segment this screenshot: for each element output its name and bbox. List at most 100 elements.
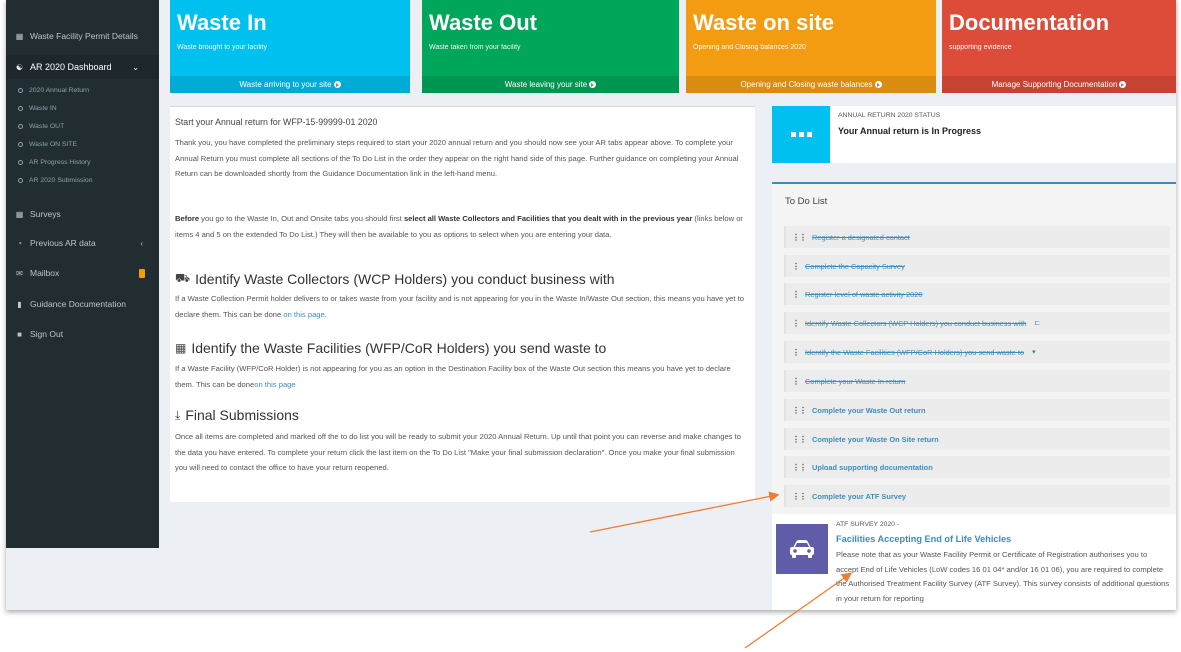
caret-down-icon[interactable]: ▾ [1032, 348, 1036, 356]
before-bold-2: select all Waste Collectors and Faciliti… [403, 214, 693, 223]
todo-item[interactable]: ⋮ Register level of waste activity 2020 [784, 283, 1170, 305]
tile-waste-in: Waste In Waste brought to your facility … [170, 0, 410, 93]
sidebar-item-permit-details[interactable]: ▦ Waste Facility Permit Details [6, 27, 159, 45]
todo-item-label: Identify the Waste Facilities (WFP/CoR H… [805, 347, 1025, 357]
todo-item[interactable]: ⋮⋮ Upload supporting documentation [784, 456, 1170, 478]
external-link-icon[interactable]: ⊏ [1034, 319, 1040, 327]
atf-label: ATF SURVEY 2020 - [836, 521, 900, 528]
sidebar-subitem-label: AR Progress History [29, 158, 91, 166]
status-box: ANNUAL RETURN 2020 STATUS Your Annual re… [772, 106, 1176, 163]
table-icon: ▦ [15, 31, 24, 41]
sidebar-subitem-label: AR 2020 Submission [29, 176, 93, 184]
tile-title: Documentation [949, 10, 1110, 35]
sidebar-subitem-label: Waste IN [29, 104, 57, 112]
facilities-text: If a Waste Facility (WFP/CoR Holder) is … [175, 361, 747, 392]
tile-footer-link[interactable]: Opening and Closing waste balances [686, 76, 936, 93]
todo-item[interactable]: ⋮⋮ Complete your Waste Out return [784, 399, 1170, 421]
mailbox-badge [139, 268, 145, 278]
todo-item-label: Complete your ATF Survey [812, 491, 907, 501]
sidebar-item-mailbox[interactable]: ✉ Mailbox [6, 263, 159, 283]
sidebar-item-label: AR 2020 Dashboard [30, 62, 112, 72]
sidebar-item-dashboard[interactable]: ☯ AR 2020 Dashboard ⌄ [6, 55, 159, 79]
arrow-circle-right-icon [589, 81, 597, 88]
circle-icon [18, 159, 23, 165]
drag-handle-icon: ⋮ [792, 289, 800, 299]
app-window: ▦ Waste Facility Permit Details ☯ AR 202… [6, 0, 1176, 610]
todo-item[interactable]: ⋮⋮ Register a designated contact [784, 226, 1170, 248]
arrow-circle-right-icon [874, 81, 882, 88]
sidebar-subitem-waste-on-site[interactable]: Waste ON SITE [6, 136, 159, 152]
page-title: Start your Annual return for WFP-15-9999… [175, 117, 378, 127]
atf-text: Please note that as your Waste Facility … [836, 550, 1170, 603]
collectors-link[interactable]: on this page [283, 310, 324, 319]
status-text: Your Annual return is In Progress [838, 126, 982, 136]
before-mid: you go to the Waste In, Out and Onsite t… [199, 214, 404, 223]
todo-item-label: Register level of waste activity 2020 [805, 289, 923, 299]
sidebar-item-label: Mailbox [30, 268, 60, 278]
tile-subtitle: Waste taken from your facility [429, 44, 521, 51]
todo-item[interactable]: ⋮ Identify Waste Collectors (WCP Holders)… [784, 312, 1170, 334]
sidebar-item-label: Sign Out [30, 329, 64, 339]
main-panel: Start your Annual return for WFP-15-9999… [170, 106, 755, 502]
todo-item[interactable]: ⋮⋮ Complete your Waste On Site return [784, 428, 1170, 450]
todo-item[interactable]: ⋮ Complete your Waste In return [784, 370, 1170, 392]
todo-item-label: Identify Waste Collectors (WCP Holders) … [805, 318, 1027, 328]
sidebar-subitem-annual-return[interactable]: 2020 Annual Return [6, 82, 159, 98]
sidebar-subitem-label: Waste OUT [29, 122, 65, 130]
car-icon [776, 524, 828, 574]
drag-handle-icon: ⋮⋮ [792, 491, 807, 501]
tile-subtitle: Opening and Closing balances 2020 [693, 44, 806, 51]
tile-footer-label: Manage Supporting Documentation [991, 80, 1118, 89]
drag-handle-icon: ⋮⋮ [792, 405, 807, 415]
collectors-end: . [324, 309, 327, 319]
todo-item-label: Register a designated contact [812, 232, 910, 242]
lock-icon: ■ [17, 329, 22, 339]
sidebar: ▦ Waste Facility Permit Details ☯ AR 202… [6, 0, 159, 548]
drag-handle-icon: ⋮⋮ [792, 232, 807, 242]
sidebar-item-guidance[interactable]: ▮ Guidance Documentation [6, 294, 159, 314]
todo-item-label: Complete your Waste On Site return [812, 434, 939, 444]
circle-icon [18, 141, 23, 147]
sidebar-subitem-label: Waste ON SITE [29, 140, 78, 148]
tile-subtitle: supporting evidence [949, 44, 1012, 51]
todo-heading: To Do List [785, 196, 828, 207]
todo-item-label: Complete your Waste Out return [812, 405, 926, 415]
sidebar-subitem-waste-in[interactable]: Waste IN [6, 100, 159, 116]
sidebar-subitem-waste-out[interactable]: Waste OUT [6, 118, 159, 134]
sidebar-item-label: Previous AR data [30, 238, 96, 248]
todo-item-label: Complete the Capacity Survey [805, 261, 905, 271]
sidebar-item-label: Waste Facility Permit Details [30, 31, 138, 41]
tile-footer-label: Waste arriving to your site [239, 80, 332, 89]
atf-title[interactable]: Facilities Accepting End of Life Vehicle… [836, 534, 1011, 544]
todo-item[interactable]: ⋮ Complete the Capacity Survey [784, 255, 1170, 277]
sidebar-subitem-label: 2020 Annual Return [29, 86, 90, 94]
tile-documentation: Documentation supporting evidence Manage… [942, 0, 1176, 93]
industry-icon: ▦ [175, 341, 187, 355]
sidebar-subitem-submission[interactable]: AR 2020 Submission [6, 172, 159, 188]
todo-item[interactable]: ⋮ Identify the Waste Facilities (WFP/CoR … [784, 341, 1170, 363]
chevron-down-icon: ⌄ [132, 62, 139, 72]
atf-survey-box: ATF SURVEY 2020 - Facilities Accepting E… [772, 514, 1176, 610]
sidebar-subitem-progress-history[interactable]: AR Progress History [6, 154, 159, 170]
grid-icon: ▦ [15, 209, 24, 219]
sidebar-item-sign-out[interactable]: ■ Sign Out [6, 324, 159, 344]
sidebar-item-previous-ar-data[interactable]: ◔ Previous AR data ‹ [6, 233, 159, 253]
pie-chart-icon: ◔ [17, 238, 22, 248]
todo-item-label: Upload supporting documentation [812, 462, 933, 472]
facilities-link[interactable]: on this page [254, 380, 295, 389]
tile-title: Waste Out [429, 10, 537, 35]
tile-footer-link[interactable]: Waste leaving your site [422, 76, 679, 93]
circle-icon [18, 177, 23, 183]
drag-handle-icon: ⋮⋮ [792, 462, 807, 472]
chevron-left-icon: ‹ [140, 238, 143, 248]
todo-list: To Do List ⋮⋮ Register a designated conta… [772, 184, 1176, 514]
todo-item[interactable]: ⋮⋮ Complete your ATF Survey [784, 485, 1170, 507]
final-text: Once all items are completed and marked … [175, 432, 741, 472]
book-icon: ▮ [17, 299, 22, 309]
tile-footer-link[interactable]: Manage Supporting Documentation [942, 76, 1176, 93]
upload-icon: ⤓ [175, 407, 181, 422]
drag-handle-icon: ⋮⋮ [792, 434, 807, 444]
collectors-heading-text: Identify Waste Collectors (WCP Holders) … [195, 271, 615, 287]
tile-footer-link[interactable]: Waste arriving to your site [170, 76, 410, 93]
sidebar-item-surveys[interactable]: ▦ Surveys [6, 204, 159, 224]
